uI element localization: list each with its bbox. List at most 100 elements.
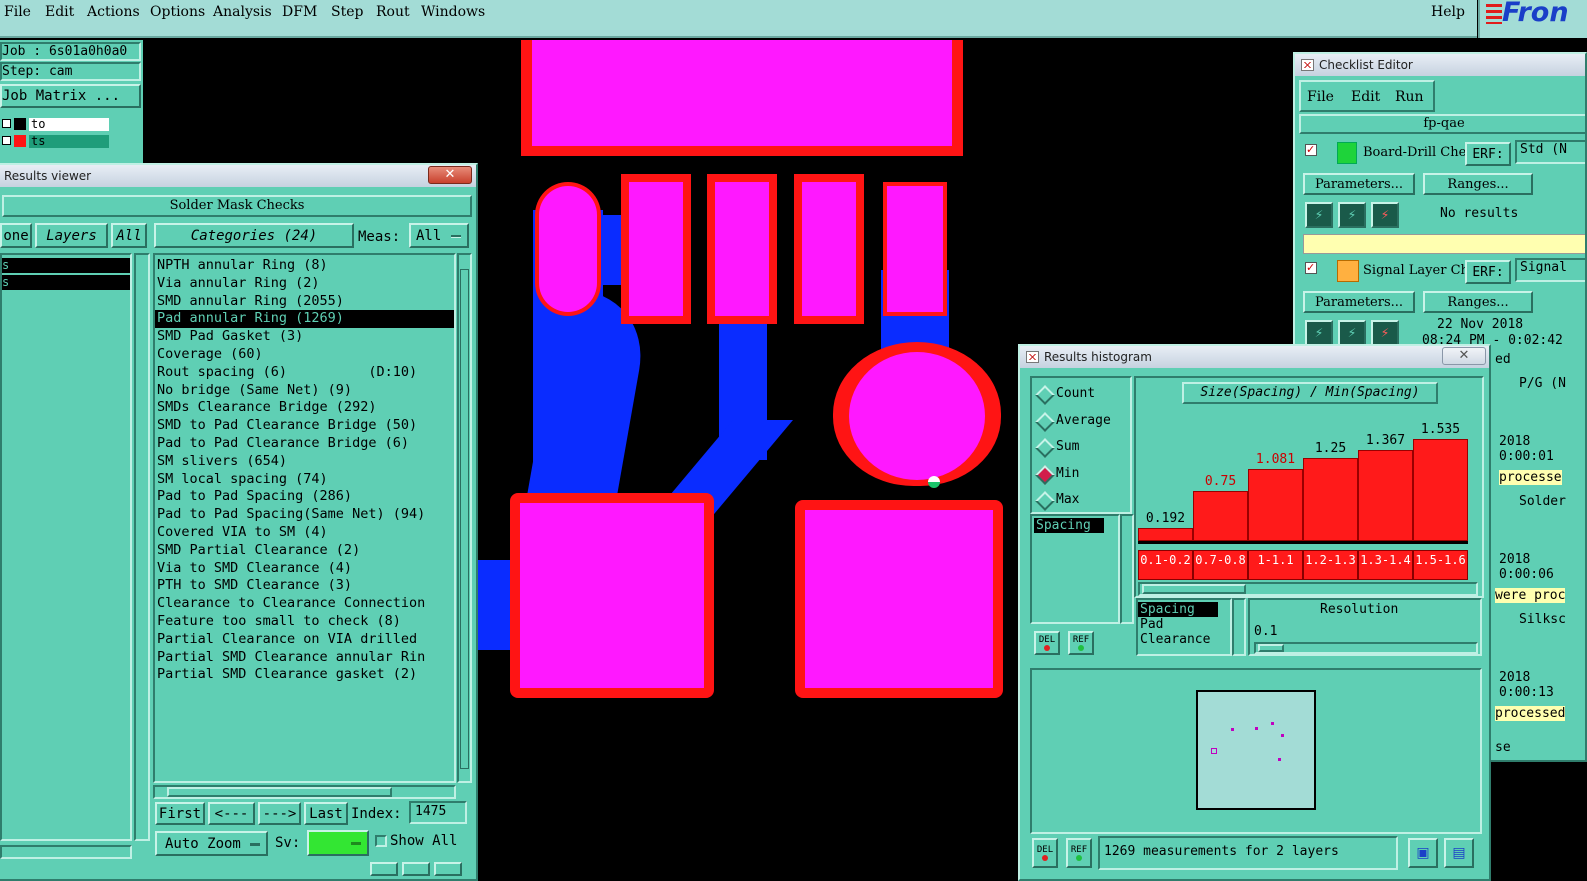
run-icon[interactable]: ⚡	[1305, 320, 1333, 346]
histogram-bar[interactable]	[1193, 491, 1248, 541]
layer-checkbox[interactable]	[2, 119, 11, 128]
menu-file[interactable]: File	[4, 4, 31, 20]
check1-parameters-button[interactable]: Parameters...	[1303, 173, 1415, 195]
ref-button[interactable]: REF	[1068, 631, 1094, 655]
auto-zoom-select[interactable]: Auto Zoom	[155, 831, 268, 856]
check2-enabled-checkbox[interactable]: ✓	[1305, 262, 1317, 274]
list-item[interactable]: Spacing	[1034, 518, 1104, 533]
menu-actions[interactable]: Actions	[87, 4, 140, 20]
min-radio[interactable]	[1035, 465, 1055, 485]
attribute-list[interactable]: Spacing Pad Clearance	[1136, 598, 1232, 656]
category-item[interactable]: Via to SMD Clearance (4)	[155, 560, 454, 578]
category-item[interactable]: Partial SMD Clearance annular Rin	[155, 649, 454, 667]
categories-button[interactable]: Categories (24)	[154, 223, 354, 248]
menu-help[interactable]: Help	[1431, 4, 1465, 20]
next-button[interactable]: --->	[258, 802, 301, 825]
histogram-bar[interactable]	[1248, 469, 1303, 541]
meas-select[interactable]: All	[409, 223, 469, 248]
menu-file[interactable]: File	[1307, 89, 1334, 105]
del-button[interactable]: DEL	[1032, 838, 1058, 868]
layer-row-to[interactable]: to	[29, 118, 109, 131]
ref-button[interactable]: REF	[1066, 838, 1092, 868]
menu-edit[interactable]: Edit	[45, 4, 74, 20]
layer-results-list[interactable]: s s	[0, 253, 132, 841]
categories-list[interactable]: NPTH annular Ring (8) Via annular Ring (2…	[153, 253, 456, 783]
sum-radio[interactable]	[1035, 438, 1055, 458]
index-input[interactable]: 1475	[409, 801, 467, 824]
category-item[interactable]: SMD Pad Gasket (3)	[155, 328, 454, 346]
job-matrix-button[interactable]: Job Matrix ...	[0, 84, 141, 108]
category-item[interactable]: Coverage (60)	[155, 346, 454, 364]
category-item[interactable]: Pad to Pad Spacing (286)	[155, 488, 454, 506]
left-hscrollbar[interactable]	[0, 845, 132, 859]
resolution-slider[interactable]	[1254, 642, 1478, 654]
histogram-bar[interactable]	[1413, 439, 1468, 541]
last-button[interactable]: Last	[304, 802, 348, 825]
stop-icon[interactable]: ⚡	[1371, 320, 1399, 346]
ref-mini-button[interactable]	[402, 862, 430, 876]
del-mini-button[interactable]	[370, 862, 398, 876]
del-button[interactable]: DEL	[1034, 631, 1060, 655]
layer-checkbox[interactable]	[2, 136, 11, 145]
category-item[interactable]: Partial SMD Clearance gasket (2)	[155, 666, 454, 684]
menu-edit[interactable]: Edit	[1351, 89, 1380, 105]
category-item[interactable]: Pad annular Ring (1269)	[155, 310, 454, 329]
list-item[interactable]: Spacing	[1138, 602, 1218, 617]
sv-color-select[interactable]	[307, 830, 369, 856]
scroll-thumb[interactable]	[460, 269, 469, 769]
categories-vscrollbar[interactable]	[457, 253, 472, 783]
count-radio[interactable]	[1035, 385, 1055, 405]
list-item[interactable]: s	[2, 258, 130, 273]
close-button[interactable]: ✕	[1442, 347, 1486, 365]
scroll-thumb[interactable]	[1142, 584, 1246, 594]
measure-list[interactable]: Spacing	[1030, 514, 1120, 624]
show-all-checkbox[interactable]	[375, 835, 387, 847]
measurement-marker[interactable]	[928, 476, 940, 488]
category-item[interactable]: Pad to Pad Clearance Bridge (6)	[155, 435, 454, 453]
layers-button[interactable]: Layers	[35, 223, 108, 248]
run-icon[interactable]: ⚡	[1338, 320, 1366, 346]
menu-dfm[interactable]: DFM	[282, 4, 317, 20]
menu-analysis[interactable]: Analysis	[213, 4, 272, 20]
histogram-bar[interactable]	[1358, 450, 1413, 541]
check2-parameters-button[interactable]: Parameters...	[1303, 291, 1415, 313]
scroll-thumb[interactable]	[167, 787, 392, 797]
stop-icon[interactable]: ⚡	[1371, 202, 1399, 228]
category-item[interactable]: SMDs Clearance Bridge (292)	[155, 399, 454, 417]
check1-ranges-button[interactable]: Ranges...	[1423, 173, 1533, 195]
category-item[interactable]: SMD Partial Clearance (2)	[155, 542, 454, 560]
category-item[interactable]: PTH to SMD Clearance (3)	[155, 577, 454, 595]
close-button[interactable]: ✕	[428, 166, 472, 184]
category-item[interactable]: Feature too small to check (8)	[155, 613, 454, 631]
categories-hscrollbar[interactable]	[153, 785, 456, 799]
check1-label[interactable]: Board-Drill Che	[1363, 145, 1466, 160]
menu-options[interactable]: Options	[150, 4, 205, 20]
zoom-in-icon[interactable]: ▣	[1408, 838, 1438, 868]
menu-run[interactable]: Run	[1395, 89, 1424, 105]
chart-hscrollbar[interactable]	[1138, 582, 1478, 596]
category-item[interactable]: SM slivers (654)	[155, 453, 454, 471]
category-item[interactable]: Via annular Ring (2)	[155, 275, 454, 293]
check2-erf-value[interactable]: Signal	[1515, 258, 1585, 282]
measure-list-scrollbar[interactable]	[1120, 514, 1134, 624]
category-item[interactable]: SMD annular Ring (2055)	[155, 293, 454, 311]
run-icon[interactable]: ⚡	[1338, 202, 1366, 228]
max-radio[interactable]	[1035, 491, 1055, 511]
category-item[interactable]: No bridge (Same Net) (9)	[155, 382, 454, 400]
menu-windows[interactable]: Windows	[421, 4, 485, 20]
left-vscrollbar[interactable]	[134, 253, 150, 841]
menu-rout[interactable]: Rout	[376, 4, 410, 20]
attribute-list-scrollbar[interactable]	[1232, 598, 1246, 656]
check2-erf-button[interactable]: ERF:	[1465, 260, 1511, 284]
run-icon[interactable]: ⚡	[1305, 202, 1333, 228]
histogram-bar[interactable]	[1303, 458, 1358, 541]
slider-thumb[interactable]	[1258, 644, 1284, 652]
category-item[interactable]: Partial Clearance on VIA drilled	[155, 631, 454, 649]
category-item[interactable]: Pad to Pad Spacing(Same Net) (94)	[155, 506, 454, 524]
check1-erf-value[interactable]: Std (N	[1515, 140, 1585, 164]
preview-frame[interactable]	[1196, 690, 1316, 810]
list-item[interactable]: s	[2, 275, 130, 290]
none-button[interactable]: one	[0, 223, 32, 248]
category-item[interactable]: SM local spacing (74)	[155, 471, 454, 489]
category-item[interactable]: Clearance to Clearance Connection	[155, 595, 454, 613]
